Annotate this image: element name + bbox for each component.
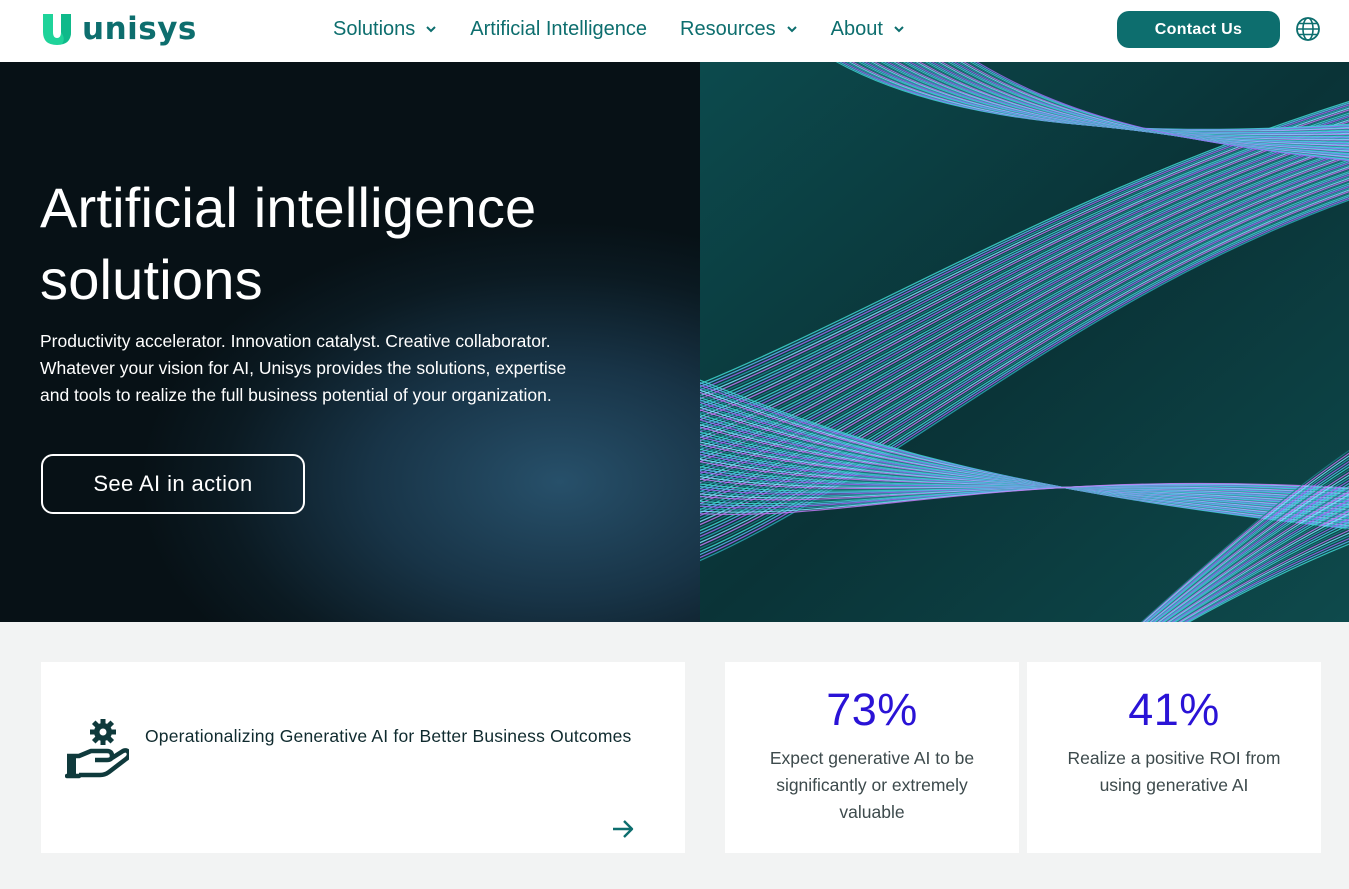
stat-label: Expect generative AI to be significantly… bbox=[769, 748, 975, 822]
hero-section: Artificial intelligence solutions Produc… bbox=[0, 62, 700, 622]
chevron-down-icon bbox=[786, 26, 797, 33]
hero-title: Artificial intelligence solutions bbox=[40, 176, 537, 311]
chevron-down-icon bbox=[426, 26, 436, 33]
nav-item-artificial-intelligence[interactable]: Artificial Intelligence bbox=[470, 17, 647, 41]
arrow-right-icon[interactable] bbox=[611, 817, 635, 841]
nav-item-label: About bbox=[830, 18, 883, 40]
hero-image bbox=[700, 62, 1349, 622]
brand-name: unisys bbox=[82, 11, 197, 47]
feature-title: Operationalizing Generative AI for Bette… bbox=[145, 726, 632, 746]
stat-card: 73% Expect generative AI to be significa… bbox=[725, 662, 1019, 853]
hand-gear-icon bbox=[65, 719, 129, 779]
contact-us-button[interactable]: Contact Us bbox=[1117, 11, 1280, 48]
nav-item-label: Solutions bbox=[333, 18, 416, 40]
nav-item-resources[interactable]: Resources bbox=[680, 17, 798, 41]
stat-value: 73% bbox=[826, 684, 918, 735]
hero-description: Productivity accelerator. Innovation cat… bbox=[40, 331, 567, 405]
feature-card[interactable]: Operationalizing Generative AI for Bette… bbox=[41, 662, 685, 853]
nav-item-about[interactable]: About bbox=[831, 17, 905, 41]
unisys-logo[interactable]: unisys bbox=[40, 12, 197, 46]
unisys-logo-mark-icon bbox=[43, 14, 71, 45]
site-header: unisys Solutions Artificial Intelligence… bbox=[0, 0, 1349, 62]
nav-item-label: Artificial Intelligence bbox=[470, 18, 648, 40]
stat-label: Realize a positive ROI from using genera… bbox=[1067, 748, 1281, 795]
stat-card: 41% Realize a positive ROI from using ge… bbox=[1027, 662, 1321, 853]
chevron-down-icon bbox=[894, 26, 904, 33]
see-ai-in-action-button[interactable]: See AI in action bbox=[41, 454, 305, 514]
nav-item-solutions[interactable]: Solutions bbox=[333, 17, 437, 41]
main-nav: Solutions Artificial Intelligence Resour… bbox=[333, 17, 938, 41]
abstract-fiber-streams-image bbox=[700, 62, 1349, 622]
globe-icon[interactable] bbox=[1295, 16, 1321, 42]
nav-item-label: Resources bbox=[680, 18, 776, 40]
stat-value: 41% bbox=[1128, 684, 1220, 735]
